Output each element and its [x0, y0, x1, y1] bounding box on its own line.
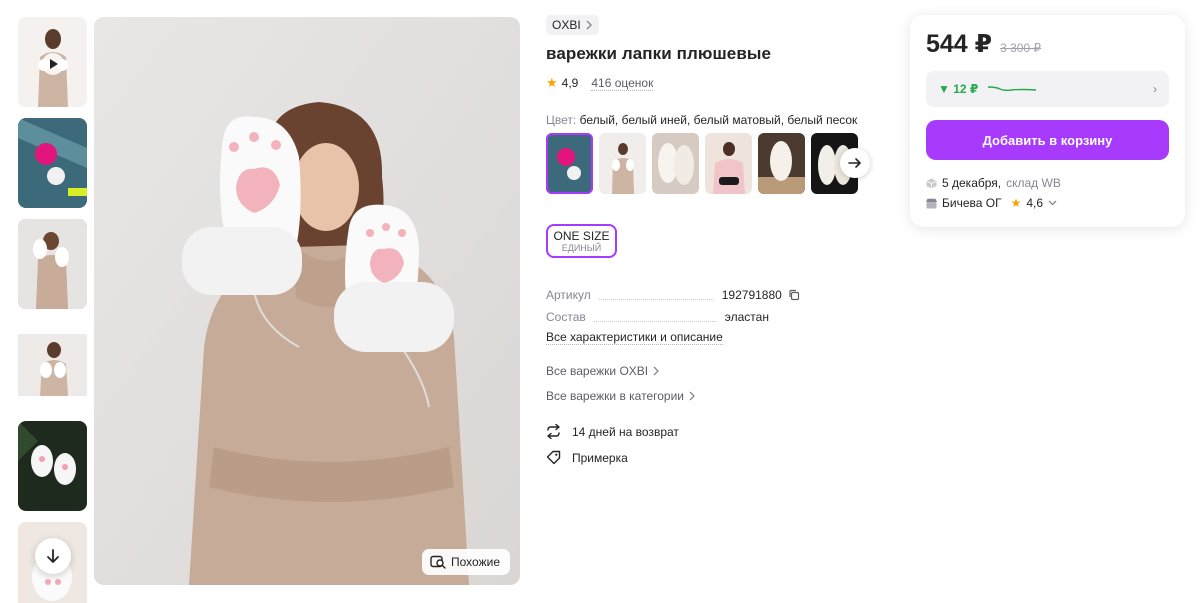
- price-history-sparkline: [988, 86, 1037, 92]
- price-drop-value: ▼ 12 ₽: [938, 82, 979, 96]
- all-characteristics-link[interactable]: Все характеристики и описание: [546, 330, 723, 345]
- chevron-right-icon: [689, 391, 695, 401]
- chevron-down-icon: [1048, 200, 1057, 206]
- spec-key: Состав: [546, 310, 586, 324]
- scroll-thumbnails-down-button[interactable]: [35, 538, 71, 574]
- thumbnail-image: [18, 421, 87, 511]
- thumbnail-image: [18, 219, 87, 309]
- size-label: ONE SIZE: [553, 229, 610, 243]
- thumbnail-5[interactable]: [18, 421, 87, 511]
- size-sublabel: ЕДИНЫЙ: [561, 243, 602, 253]
- spec-value: эластан: [724, 310, 769, 324]
- thumbnail-4[interactable]: [18, 320, 87, 410]
- seller-rating: 4,6: [1026, 196, 1044, 210]
- color-label: Цвет:: [546, 113, 577, 127]
- color-swatch[interactable]: [705, 133, 752, 194]
- color-swatch[interactable]: [758, 133, 805, 194]
- return-icon: [547, 424, 560, 439]
- swatch-image: [758, 133, 805, 194]
- shop-icon: [926, 198, 937, 208]
- feature-fitting: Примерка: [546, 450, 628, 465]
- thumbnail-image: [18, 118, 87, 208]
- add-to-cart-button[interactable]: Добавить в корзину: [926, 120, 1169, 160]
- product-photo: [94, 17, 520, 585]
- thumbnail-video[interactable]: [18, 17, 87, 107]
- swatch-image: [599, 133, 646, 194]
- all-brand-mittens-link[interactable]: Все варежки OXBI: [546, 364, 660, 378]
- thumbnail-2[interactable]: [18, 118, 87, 208]
- feature-returns: 14 дней на возврат: [546, 424, 679, 439]
- main-product-image[interactable]: Похожие: [94, 17, 520, 585]
- star-icon: ★: [546, 75, 558, 90]
- chevron-right-icon: ›: [1153, 82, 1157, 96]
- thumbnail-image: [18, 320, 87, 410]
- swatch-image: [652, 133, 699, 194]
- arrow-right-icon: [848, 158, 861, 168]
- spec-value: 192791880: [722, 288, 800, 302]
- brand-name: OXBI: [552, 18, 581, 32]
- price-block: 544 ₽ 3 300 ₽: [926, 29, 1041, 59]
- similar-label: Похожие: [451, 555, 500, 569]
- link-label: Все варежки OXBI: [546, 364, 649, 378]
- spec-leader: [593, 314, 717, 322]
- color-swatch[interactable]: [652, 133, 699, 194]
- brand-link[interactable]: OXBI: [546, 15, 599, 35]
- size-option[interactable]: ONE SIZE ЕДИНЫЙ: [546, 224, 617, 258]
- current-price: 544 ₽: [926, 30, 993, 58]
- star-icon: ★: [1010, 196, 1022, 210]
- spec-key: Артикул: [546, 288, 591, 302]
- delivery-info: 5 декабря, склад WB: [926, 176, 1061, 190]
- color-row: Цвет: белый, белый иней, белый матовый, …: [546, 113, 876, 127]
- box-icon: [926, 178, 937, 188]
- specifications: Артикул 192791880 Состав эластан Все хар…: [546, 280, 876, 345]
- feature-label: 14 дней на возврат: [572, 424, 679, 439]
- swatches-next-button[interactable]: [840, 148, 870, 178]
- play-icon: [42, 53, 64, 75]
- spec-row-article: Артикул 192791880: [546, 280, 876, 302]
- similar-products-button[interactable]: Похожие: [422, 549, 510, 575]
- color-swatches: [546, 133, 858, 194]
- color-value: белый, белый иней, белый матовый, белый …: [579, 113, 858, 127]
- feature-label: Примерка: [572, 450, 628, 465]
- reviews-link[interactable]: 416 оценок: [591, 76, 654, 91]
- rating-value: 4,9: [561, 76, 579, 90]
- article-number: 192791880: [721, 288, 782, 302]
- price-history-button[interactable]: ▼ 12 ₽ ›: [926, 71, 1169, 107]
- link-label: Все варежки в категории: [546, 389, 684, 403]
- seller-name: Бичева ОГ: [942, 196, 1002, 210]
- chevron-right-icon: [586, 20, 592, 30]
- product-title: варежки лапки плюшевые: [546, 44, 772, 63]
- arrow-down-icon: [47, 549, 59, 563]
- all-category-mittens-link[interactable]: Все варежки в категории: [546, 389, 696, 403]
- search-similar-icon: [430, 555, 446, 569]
- spec-row-composition: Состав эластан: [546, 302, 876, 324]
- tag-icon: [546, 450, 561, 465]
- delivery-date: 5 декабря,: [942, 176, 1002, 190]
- color-swatch[interactable]: [546, 133, 593, 194]
- thumbnail-3[interactable]: [18, 219, 87, 309]
- color-swatch[interactable]: [599, 133, 646, 194]
- copy-icon[interactable]: [788, 289, 800, 301]
- price-card: 544 ₽ 3 300 ₽ ▼ 12 ₽ › Добавить в корзин…: [910, 15, 1185, 227]
- swatch-image: [705, 133, 752, 194]
- old-price: 3 300 ₽: [1000, 41, 1042, 55]
- rating-row: ★ 4,9 416 оценок: [546, 75, 876, 91]
- chevron-right-icon: [653, 366, 660, 376]
- swatch-image: [546, 133, 593, 194]
- spec-leader: [598, 292, 714, 300]
- seller-info[interactable]: Бичева ОГ ★ 4,6: [926, 196, 1057, 210]
- warehouse-label: склад WB: [1006, 176, 1061, 190]
- product-info: OXBI варежки лапки плюшевые ★ 4,9 416 оц…: [546, 15, 876, 465]
